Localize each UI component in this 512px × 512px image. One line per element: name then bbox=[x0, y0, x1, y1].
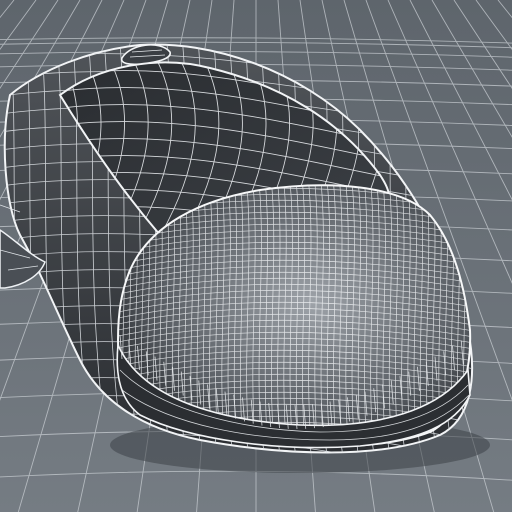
wireframe-mouse-scene bbox=[0, 0, 512, 512]
